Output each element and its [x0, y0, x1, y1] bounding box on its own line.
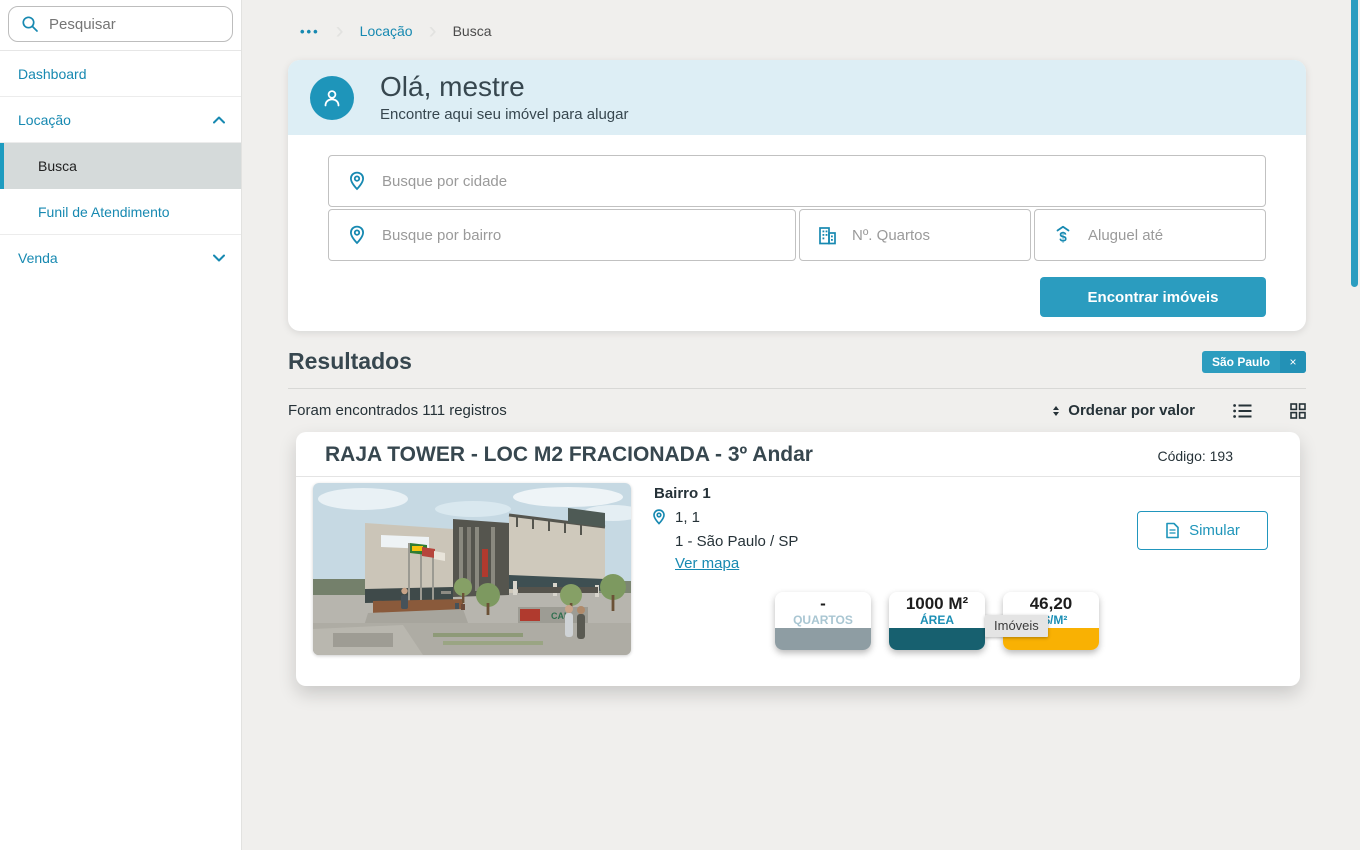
- rooms-field[interactable]: [799, 209, 1031, 261]
- rooms-input[interactable]: [852, 226, 1016, 244]
- chevron-down-icon: [213, 254, 225, 262]
- property-photo: CAU: [313, 483, 631, 655]
- results-title: Resultados: [288, 348, 412, 374]
- svg-text:$: $: [1059, 230, 1067, 245]
- breadcrumb-link-locacao[interactable]: Locação: [360, 23, 413, 39]
- property-divider: [296, 476, 1300, 477]
- greeting-title: Olá, mestre: [380, 71, 525, 103]
- search-form: $ Encontrar imóveis: [288, 135, 1306, 331]
- greeting-banner: Olá, mestre Encontre aqui seu imóvel par…: [288, 60, 1306, 135]
- location-pin-icon: [650, 508, 668, 526]
- sidebar-item-label: Busca: [38, 158, 77, 174]
- location-pin-icon: [346, 170, 368, 192]
- simulate-button[interactable]: Simular: [1137, 511, 1268, 550]
- stat-label: QUARTOS: [793, 612, 853, 627]
- grid-view-icon[interactable]: [1290, 402, 1306, 419]
- location-pin-icon: [346, 224, 368, 246]
- stat-bar: [889, 628, 985, 650]
- scrollbar-thumb[interactable]: [1351, 0, 1358, 287]
- property-stats: - QUARTOS 1000 M² ÁREA 46,20 R$/M²: [775, 592, 1099, 650]
- results-meta: Foram encontrados 111 registros Ordenar …: [288, 402, 1306, 419]
- neighborhood-field[interactable]: [328, 209, 796, 261]
- sidebar-search[interactable]: [8, 6, 233, 42]
- property-neighborhood: Bairro 1: [654, 485, 711, 502]
- sidebar-item-label: Funil de Atendimento: [38, 203, 170, 220]
- property-code: Código: 193: [1157, 448, 1233, 464]
- sidebar-item-label: Locação: [18, 111, 71, 128]
- sort-icon[interactable]: [1053, 405, 1060, 416]
- sort-by-value[interactable]: Ordenar por valor: [1068, 402, 1195, 419]
- property-location: 1, 1: [650, 508, 700, 526]
- sidebar-item-funil-de-atendimento[interactable]: Funil de Atendimento: [0, 189, 241, 235]
- stat-value: -: [820, 593, 826, 613]
- sidebar-item-locacao[interactable]: Locação: [0, 97, 241, 143]
- search-icon: [21, 15, 39, 33]
- sort-controls: Ordenar por valor: [1053, 402, 1306, 419]
- sidebar-search-wrap: [0, 0, 241, 51]
- breadcrumb-separator: ›: [335, 17, 344, 44]
- stat-value: 46,20: [1029, 593, 1073, 613]
- sidebar-item-label: Venda: [18, 250, 58, 266]
- city-field[interactable]: [328, 155, 1266, 207]
- chevron-up-icon: [213, 116, 225, 124]
- document-icon: [1165, 522, 1180, 539]
- close-icon[interactable]: ×: [1280, 350, 1306, 373]
- stat-chip-quartos[interactable]: - QUARTOS: [775, 592, 871, 650]
- sidebar-item-busca[interactable]: Busca: [0, 143, 241, 189]
- rent-field[interactable]: $: [1034, 209, 1266, 261]
- filter-chip-sao-paulo[interactable]: São Paulo ×: [1201, 350, 1306, 373]
- stat-chip-area[interactable]: 1000 M² ÁREA: [889, 592, 985, 650]
- find-properties-button[interactable]: Encontrar imóveis: [1040, 277, 1266, 317]
- imoveis-tooltip: Imóveis: [985, 615, 1048, 637]
- money-icon: $: [1052, 224, 1074, 246]
- sidebar-item-label: Dashboard: [18, 65, 87, 82]
- search-card: Olá, mestre Encontre aqui seu imóvel par…: [288, 60, 1306, 331]
- main-content: ••• › Locação › Busca Olá, mestre Encont…: [242, 0, 1360, 850]
- greeting-text: Olá, mestre Encontre aqui seu imóvel par…: [380, 71, 629, 123]
- avatar: [310, 75, 354, 120]
- sidebar-item-dashboard[interactable]: Dashboard: [0, 51, 241, 97]
- property-title: RAJA TOWER - LOC M2 FRACIONADA - 3º Anda…: [325, 443, 813, 466]
- ellipsis-icon[interactable]: •••: [300, 24, 320, 39]
- property-address-line1: 1, 1: [675, 508, 701, 526]
- greeting-subtitle: Encontre aqui seu imóvel para alugar: [380, 105, 629, 123]
- results-header: Resultados São Paulo ×: [288, 348, 1306, 375]
- list-view-icon[interactable]: [1233, 403, 1252, 419]
- breadcrumb: ••• › Locação › Busca: [300, 17, 1306, 44]
- rent-input[interactable]: [1088, 226, 1251, 244]
- property-address-line2: 1 - São Paulo / SP: [675, 533, 799, 550]
- building-icon: [817, 225, 838, 246]
- breadcrumb-separator: ›: [428, 17, 437, 44]
- sidebar-item-venda[interactable]: Venda: [0, 235, 241, 281]
- view-map-link[interactable]: Ver mapa: [675, 555, 739, 572]
- results-divider: [288, 388, 1306, 389]
- breadcrumb-current-busca: Busca: [452, 23, 492, 39]
- city-input[interactable]: [382, 172, 1251, 190]
- sidebar-search-input[interactable]: [49, 15, 220, 33]
- person-icon: [319, 85, 345, 111]
- sidebar: Dashboard Locação Busca Funil de Atendim…: [0, 0, 242, 850]
- results-count: Foram encontrados 111 registros: [288, 402, 507, 419]
- property-card: RAJA TOWER - LOC M2 FRACIONADA - 3º Anda…: [296, 432, 1300, 686]
- stat-bar: [775, 628, 871, 650]
- neighborhood-input[interactable]: [382, 226, 781, 244]
- simulate-button-label: Simular: [1189, 522, 1240, 539]
- filter-chip-label: São Paulo: [1211, 354, 1270, 369]
- stat-value: 1000 M²: [905, 593, 969, 613]
- stat-label: ÁREA: [919, 612, 954, 627]
